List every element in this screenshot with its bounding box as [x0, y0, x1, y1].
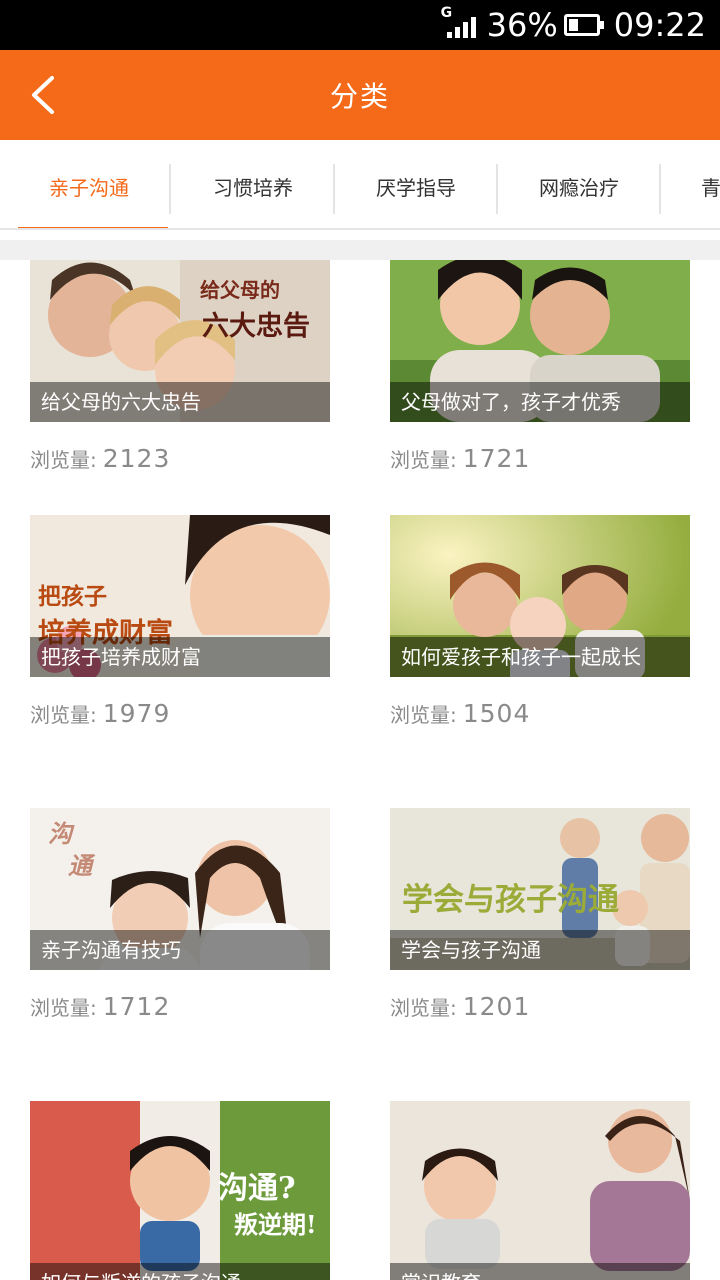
article-card[interactable]: 沟通? 叛逆期! 如何与叛逆的孩子沟通: [30, 1101, 330, 1280]
view-count-label: 浏览量:: [30, 996, 97, 1020]
tab-internet-addiction[interactable]: 网瘾治疗: [498, 140, 661, 232]
clock: 09:22: [613, 6, 706, 44]
tab-parent-child-communication[interactable]: 亲子沟通: [8, 140, 171, 232]
app-header: 分类: [0, 50, 720, 140]
article-thumbnail: 沟通? 叛逆期! 如何与叛逆的孩子沟通: [30, 1101, 330, 1280]
thumbnail-text: 学会与孩子沟通: [402, 882, 619, 918]
view-count-label: 浏览量:: [30, 448, 97, 472]
view-count: 浏览量: 1201: [390, 992, 690, 1028]
tab-label: 习惯培养: [213, 175, 293, 200]
view-count-label: 浏览量:: [30, 703, 97, 727]
tab-label: 厌学指导: [376, 175, 456, 200]
article-grid: 给父母的 六大忠告 给父母的六大忠告 浏览量: 2123 父母做对了，孩子才优秀: [0, 260, 720, 1280]
thumbnail-text: 给父母的: [200, 278, 280, 302]
tab-label: 网瘾治疗: [539, 175, 619, 200]
view-count-value: 1721: [462, 444, 531, 473]
article-title: 亲子沟通有技巧: [30, 930, 330, 970]
view-count-value: 1201: [462, 992, 531, 1021]
article-title: 父母做对了，孩子才优秀: [390, 382, 690, 422]
view-count: 浏览量: 2123: [30, 444, 330, 480]
status-bar: G 36% 09:22: [0, 0, 720, 50]
article-title: 把孩子培养成财富: [30, 637, 330, 677]
article-thumbnail: 学会与孩子沟通 学会与孩子沟通: [390, 808, 690, 970]
tab-label: 亲子沟通: [49, 175, 129, 200]
article-card[interactable]: 父母做对了，孩子才优秀 浏览量: 1721: [390, 260, 690, 480]
article-title: 如何爱孩子和孩子一起成长: [390, 637, 690, 677]
thumbnail-text: 六大忠告: [202, 311, 310, 342]
article-thumbnail: 父母做对了，孩子才优秀: [390, 260, 690, 422]
article-thumbnail: 沟 通 亲子沟通有技巧: [30, 808, 330, 970]
category-tabs: 亲子沟通 习惯培养 厌学指导 网瘾治疗 青: [0, 140, 720, 232]
tab-habit-training[interactable]: 习惯培养: [172, 140, 335, 232]
article-thumbnail: 给父母的 六大忠告 给父母的六大忠告: [30, 260, 330, 422]
thumbnail-text: 把孩子: [38, 583, 107, 610]
thumbnail-text: 叛逆期!: [234, 1210, 317, 1239]
article-card[interactable]: 学会与孩子沟通 学会与孩子沟通 浏览量: 1201: [390, 808, 690, 1028]
tab-youth[interactable]: 青: [661, 140, 720, 232]
praise-education-photo: [390, 1101, 690, 1280]
article-card[interactable]: 如何爱孩子和孩子一起成长 浏览量: 1504: [390, 515, 690, 735]
view-count-value: 1979: [102, 699, 171, 728]
back-button[interactable]: [20, 70, 70, 120]
battery-percent: 36%: [486, 6, 558, 44]
tab-school-aversion[interactable]: 厌学指导: [335, 140, 498, 232]
view-count: 浏览量: 1504: [390, 699, 690, 735]
view-count-value: 2123: [102, 444, 171, 473]
article-title: 给父母的六大忠告: [30, 382, 330, 422]
article-thumbnail: 赏识教育: [390, 1101, 690, 1280]
thumbnail-text: 沟: [48, 819, 72, 848]
view-count: 浏览量: 1712: [30, 992, 330, 1028]
view-count: 浏览量: 1979: [30, 699, 330, 735]
article-card[interactable]: 赏识教育: [390, 1101, 690, 1280]
view-count-label: 浏览量:: [390, 448, 457, 472]
article-card[interactable]: 把孩子 培养成财富 把孩子培养成财富 浏览量: 1979: [30, 515, 330, 735]
view-count-value: 1712: [102, 992, 171, 1021]
view-count: 浏览量: 1721: [390, 444, 690, 480]
content-divider: [0, 240, 720, 260]
signal-icon: G: [441, 6, 481, 44]
thumbnail-text: 通: [68, 851, 92, 880]
chevron-left-icon: [32, 76, 54, 114]
thumbnail-text: 沟通?: [218, 1171, 296, 1206]
view-count-label: 浏览量:: [390, 996, 457, 1020]
article-card[interactable]: 沟 通 亲子沟通有技巧 浏览量: 1712: [30, 808, 330, 1028]
article-title: 学会与孩子沟通: [390, 930, 690, 970]
article-thumbnail: 把孩子 培养成财富 把孩子培养成财富: [30, 515, 330, 677]
view-count-value: 1504: [462, 699, 531, 728]
article-title: 如何与叛逆的孩子沟通: [30, 1263, 330, 1280]
page-title: 分类: [329, 80, 390, 113]
article-title: 赏识教育: [390, 1263, 690, 1280]
article-card[interactable]: 给父母的 六大忠告 给父母的六大忠告 浏览量: 2123: [30, 260, 330, 480]
tab-label: 青: [701, 175, 720, 200]
view-count-label: 浏览量:: [390, 703, 457, 727]
battery-icon: [563, 14, 604, 36]
tabs-divider: [0, 228, 720, 230]
article-thumbnail: 如何爱孩子和孩子一起成长: [390, 515, 690, 677]
